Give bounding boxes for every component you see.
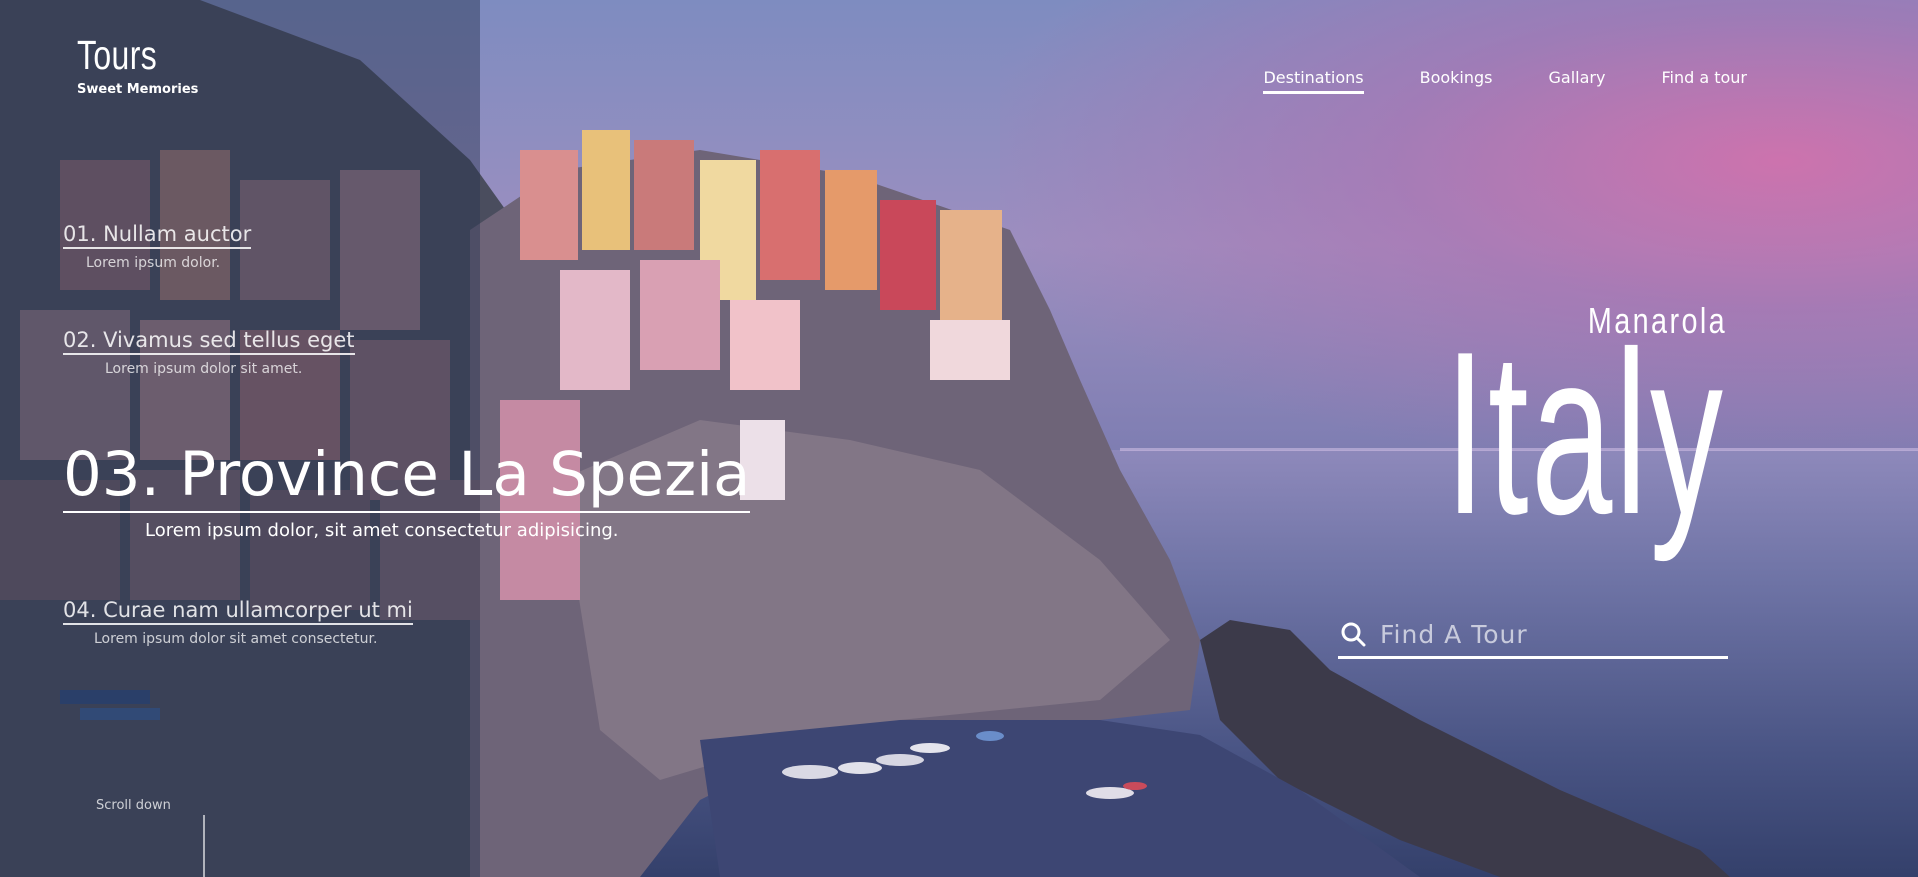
- nav-item-destinations[interactable]: Destinations: [1263, 68, 1364, 94]
- boat: [976, 731, 1004, 741]
- nav-item-gallery[interactable]: Gallary: [1549, 68, 1606, 94]
- slide-desc: Lorem ipsum dolor.: [86, 255, 221, 271]
- slide-item-1[interactable]: 01. Nullam auctor Lorem ipsum dolor.: [63, 222, 252, 271]
- brand-logo[interactable]: Tours Sweet Memories: [77, 30, 198, 97]
- house: [825, 170, 877, 290]
- boat: [910, 743, 950, 753]
- nav-item-find-a-tour[interactable]: Find a tour: [1661, 68, 1747, 94]
- slide-title: 01. Nullam auctor: [63, 222, 252, 249]
- slide-item-2[interactable]: 02. Vivamus sed tellus eget Lorem ipsum …: [63, 328, 355, 377]
- scroll-down-label[interactable]: Scroll down: [96, 798, 171, 813]
- boat: [876, 754, 924, 766]
- slide-desc: Lorem ipsum dolor sit amet consectetur.: [94, 631, 378, 647]
- house: [640, 260, 720, 370]
- slide-title: 03. Province La Spezia: [63, 439, 751, 514]
- slide-item-4[interactable]: 04. Curae nam ullamcorper ut mi Lorem ip…: [63, 598, 413, 647]
- search-icon[interactable]: [1340, 621, 1366, 647]
- boat: [782, 765, 838, 779]
- house: [880, 200, 936, 310]
- main-nav: Destinations Bookings Gallary Find a tou…: [1207, 68, 1747, 94]
- boat: [1123, 782, 1147, 790]
- house: [582, 130, 630, 250]
- brand-subtitle: Sweet Memories: [77, 82, 199, 97]
- slide-desc: Lorem ipsum dolor, sit amet consectetur …: [145, 520, 619, 542]
- house: [634, 140, 694, 250]
- house: [730, 300, 800, 390]
- tour-search-bar: [1338, 612, 1728, 659]
- search-input[interactable]: [1378, 618, 1712, 650]
- hero-section: Tours Sweet Memories Destinations Bookin…: [0, 0, 1918, 877]
- boat: [838, 762, 882, 774]
- slide-desc: Lorem ipsum dolor sit amet.: [105, 361, 303, 377]
- slide-title: 02. Vivamus sed tellus eget: [63, 328, 355, 355]
- house: [940, 210, 1002, 330]
- slide-title: 04. Curae nam ullamcorper ut mi: [63, 598, 413, 625]
- nav-item-bookings[interactable]: Bookings: [1420, 68, 1493, 94]
- house: [930, 320, 1010, 380]
- scroll-indicator-line: [203, 815, 205, 877]
- house: [560, 270, 630, 390]
- brand-title: Tours: [77, 32, 158, 78]
- slide-item-3-active[interactable]: 03. Province La Spezia Lorem ipsum dolor…: [63, 439, 751, 542]
- house: [520, 150, 578, 260]
- house: [760, 150, 820, 280]
- country-name: Italy: [1444, 304, 1725, 563]
